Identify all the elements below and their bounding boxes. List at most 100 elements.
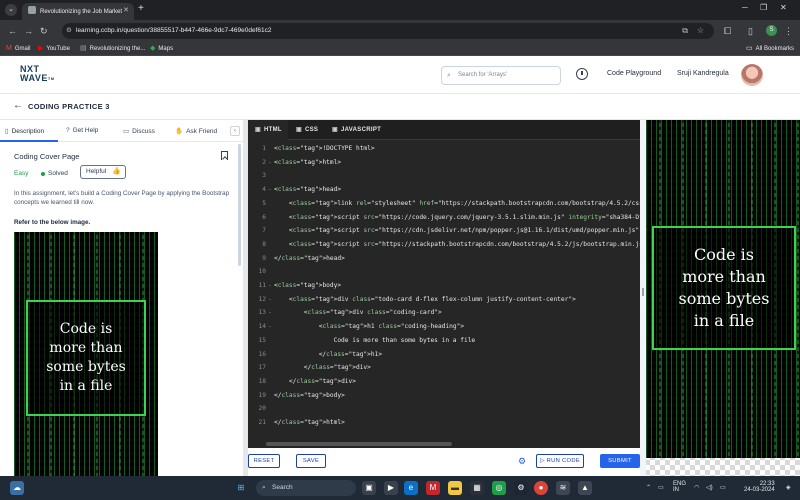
fold-toggle-icon[interactable]: -: [268, 279, 272, 293]
code-line[interactable]: 20: [248, 402, 640, 416]
site-info-icon[interactable]: ⚙: [66, 23, 72, 39]
editor-horizontal-scrollbar[interactable]: [266, 442, 452, 446]
vscode-icon[interactable]: ≋: [556, 481, 570, 495]
clock[interactable]: 22:33 24-03-2024: [744, 481, 775, 493]
back-icon[interactable]: ←: [8, 25, 17, 37]
tray-chevron-icon[interactable]: ⌃: [646, 485, 651, 491]
maximize-icon[interactable]: ❐: [760, 3, 767, 12]
helpful-button[interactable]: Helpful 👍: [80, 165, 126, 179]
code-line[interactable]: 21 </class="tag">html>: [248, 416, 640, 430]
wifi-icon[interactable]: ◠: [694, 485, 699, 491]
code-editor[interactable]: ▣ HTML ▣ CSS ▣ JAVASCRIPT 1 <class="tag">!DO…: [248, 120, 640, 476]
code-line[interactable]: 17 </class="tag">div>: [248, 361, 640, 375]
code-line[interactable]: 7 <class="tag">script src="https://cdn.j…: [248, 224, 640, 238]
address-bar[interactable]: ⚙ learning.ccbp.in/question/38855517-b44…: [62, 23, 714, 39]
start-windows-icon[interactable]: ⊞: [234, 481, 248, 495]
code-line[interactable]: 10: [248, 265, 640, 279]
fold-toggle-icon[interactable]: -: [268, 306, 272, 320]
menu-kebab-icon[interactable]: ⋮: [784, 25, 793, 37]
all-bookmarks[interactable]: ▭ All Bookmarks: [746, 44, 794, 54]
code-line[interactable]: 8 <class="tag">script src="https://stack…: [248, 238, 640, 252]
tab-ask-friend[interactable]: ✋ Ask Friend: [175, 127, 217, 135]
teams-icon[interactable]: ▶: [384, 481, 398, 495]
code-area[interactable]: 1 <class="tag">!DOCTYPE html> 2- <class="ta…: [248, 142, 640, 442]
search-input[interactable]: ⌕ Search for 'Arrays': [441, 66, 561, 85]
tab-css[interactable]: ▣ CSS: [296, 126, 318, 133]
window-close-icon[interactable]: ✕: [780, 3, 787, 12]
code-line[interactable]: 1 <class="tag">!DOCTYPE html>: [248, 142, 640, 156]
code-line[interactable]: 6 <class="tag">script src="https://code.…: [248, 211, 640, 225]
code-line[interactable]: 2- <class="tag">html>: [248, 156, 640, 170]
code-playground-link[interactable]: Code Playground: [607, 70, 661, 77]
code-line[interactable]: 15 Code is more than some bytes in a fil…: [248, 334, 640, 348]
tab-javascript[interactable]: ▣ JAVASCRIPT: [332, 126, 381, 133]
settings-app-icon[interactable]: ⚙: [514, 481, 528, 495]
code-line[interactable]: 4- <class="tag">head>: [248, 183, 640, 197]
tab-discuss[interactable]: ▭ Discuss: [123, 127, 155, 135]
close-tab-icon[interactable]: ✕: [123, 6, 129, 14]
tab-search-chevron-icon[interactable]: ⌄: [5, 4, 17, 16]
bookmark-icon[interactable]: [221, 151, 228, 160]
code-line[interactable]: 11- <class="tag">body>: [248, 279, 640, 293]
fold-toggle-icon[interactable]: -: [268, 293, 272, 307]
back-arrow-icon[interactable]: ←: [13, 101, 23, 111]
run-code-button[interactable]: ▷ RUN CODE: [536, 454, 584, 468]
fold-toggle-icon[interactable]: -: [268, 183, 272, 197]
open-in-app-icon[interactable]: ⧉: [682, 23, 688, 39]
widgets-icon[interactable]: ☁: [10, 481, 24, 495]
battery-icon[interactable]: ▭: [720, 485, 726, 491]
collapse-panel-icon[interactable]: ‹: [230, 126, 240, 136]
save-button[interactable]: SAVE: [296, 454, 326, 468]
whatsapp-icon[interactable]: ◎: [492, 481, 506, 495]
user-avatar[interactable]: [741, 64, 763, 86]
edge-icon[interactable]: e: [404, 481, 418, 495]
code-line[interactable]: 9 </class="tag">head>: [248, 252, 640, 266]
new-tab-plus-icon[interactable]: +: [138, 4, 144, 14]
reference-heading: Code is more than some bytes in a file: [46, 321, 126, 394]
bookmark-gmail[interactable]: M Gmail: [6, 44, 31, 54]
panel-scrollbar[interactable]: [238, 144, 241, 266]
volume-icon[interactable]: ◁): [706, 485, 713, 491]
code-line[interactable]: 3: [248, 169, 640, 183]
file-explorer-icon[interactable]: ▬: [448, 481, 462, 495]
store-icon[interactable]: ▦: [470, 481, 484, 495]
preview-resize-handle[interactable]: [640, 120, 646, 476]
tab-get-help[interactable]: ? Get Help: [66, 127, 98, 134]
code-line[interactable]: 19 </class="tag">body>: [248, 389, 640, 403]
task-view-icon[interactable]: ▣: [362, 481, 376, 495]
code-line[interactable]: 5 <class="tag">link rel="stylesheet" hre…: [248, 197, 640, 211]
reload-icon[interactable]: ↻: [40, 25, 48, 37]
chrome-icon[interactable]: ●: [534, 481, 548, 495]
bookmark-youtube[interactable]: ▶ YouTube: [38, 44, 70, 54]
photos-icon[interactable]: ▲: [578, 481, 592, 495]
bookmark-star-icon[interactable]: ☆: [697, 23, 704, 39]
bookmark-revolutionizing[interactable]: ▤ Revolutionizing the...: [80, 44, 145, 54]
notifications-icon[interactable]: ◈: [786, 485, 791, 491]
code-line[interactable]: 16 </class="tag">h1>: [248, 348, 640, 362]
nxtwave-logo[interactable]: NXT WAVETM: [20, 65, 55, 83]
minimize-icon[interactable]: ─: [742, 3, 748, 12]
language-indicator[interactable]: ENG IN: [673, 481, 686, 493]
tray-app-icon[interactable]: ▭: [658, 485, 664, 491]
taskbar-search-input[interactable]: ⌕ Search: [256, 480, 356, 496]
tab-html[interactable]: ▣ HTML: [255, 126, 282, 133]
extensions-icon[interactable]: ⧠: [724, 25, 731, 37]
side-panel-icon[interactable]: ▯: [748, 25, 753, 37]
code-line[interactable]: 18 </class="tag">div>: [248, 375, 640, 389]
user-name[interactable]: Sruji Kandregula: [677, 70, 729, 77]
code-line[interactable]: 12- <class="tag">div class="todo-card d-…: [248, 293, 640, 307]
tab-description[interactable]: ▯ Description: [5, 127, 44, 135]
browser-tab-active[interactable]: Revolutionizing the Job Market ✕: [22, 3, 134, 20]
fold-toggle-icon[interactable]: -: [268, 320, 272, 334]
forward-icon[interactable]: →: [24, 25, 33, 37]
fold-toggle-icon[interactable]: -: [268, 156, 272, 170]
bookmark-maps[interactable]: ◆ Maps: [150, 44, 173, 54]
submit-button[interactable]: SUBMIT: [600, 454, 640, 468]
code-line[interactable]: 14- <class="tag">h1 class="coding-headin…: [248, 320, 640, 334]
profile-avatar[interactable]: S: [766, 25, 777, 36]
mcafee-icon[interactable]: M: [426, 481, 440, 495]
reset-button[interactable]: RESET: [248, 454, 280, 468]
code-line[interactable]: 13- <class="tag">div class="coding-card"…: [248, 306, 640, 320]
settings-gear-icon[interactable]: ⚙: [518, 456, 526, 466]
timer-icon[interactable]: [576, 68, 588, 80]
